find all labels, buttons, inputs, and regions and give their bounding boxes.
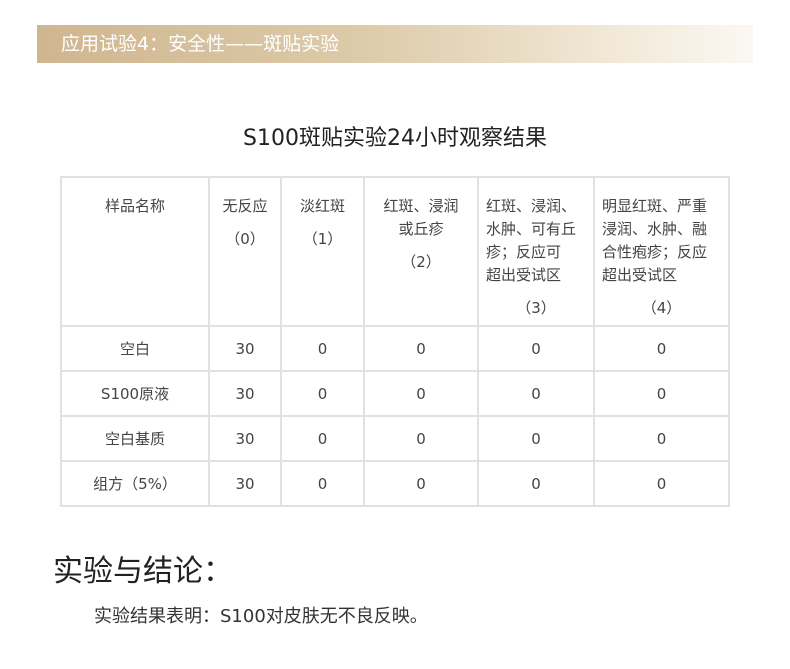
value-cell: 0 [477, 460, 595, 507]
row-name-cell: 空白基质 [60, 415, 210, 462]
header-line: 水肿、可有丘 [486, 220, 577, 238]
value-cell: 30 [208, 460, 282, 507]
value-cell: 30 [208, 415, 282, 462]
header-line: 超出受试区 [602, 266, 678, 284]
header-line: 明显红斑、严重 [602, 197, 708, 215]
value-cell: 30 [208, 370, 282, 417]
results-table: 样品名称 无反应 （0） 淡红斑 （1） 红斑、浸润 或丘疹 （2） 红斑、浸润… [60, 176, 730, 507]
value-cell: 0 [280, 415, 365, 462]
value-cell: 0 [280, 460, 365, 507]
table-row: 空白基质 30 0 0 0 0 [60, 415, 730, 462]
table-row: 组方（5%） 30 0 0 0 0 [60, 460, 730, 507]
value-cell: 0 [363, 415, 479, 462]
conclusion-heading: 实验与结论： [53, 554, 233, 589]
section-title: 应用试验4：安全性——斑贴实验 [61, 33, 340, 55]
header-sample-name: 样品名称 [60, 176, 210, 327]
value-cell: 0 [477, 415, 595, 462]
row-name-cell: S100原液 [60, 370, 210, 417]
value-cell: 0 [477, 325, 595, 372]
conclusion-text: 实验结果表明：S100对皮肤无不良反映。 [94, 606, 428, 627]
table-row: S100原液 30 0 0 0 0 [60, 370, 730, 417]
value-cell: 0 [363, 460, 479, 507]
header-line: 无反应 [222, 197, 268, 215]
header-line: 淡红斑 [299, 197, 345, 215]
value-cell: 0 [363, 370, 479, 417]
row-name-cell: 组方（5%） [60, 460, 210, 507]
section-banner: 应用试验4：安全性——斑贴实验 [37, 25, 753, 63]
header-line: 红斑、浸润、 [486, 197, 577, 215]
header-code: （1） [302, 230, 343, 248]
header-code: （4） [641, 299, 682, 317]
value-cell: 0 [593, 460, 730, 507]
header-no-reaction: 无反应 （0） [208, 176, 282, 327]
header-light-erythema: 淡红斑 （1） [280, 176, 365, 327]
value-cell: 0 [593, 415, 730, 462]
value-cell: 0 [280, 370, 365, 417]
header-line: 疹；反应可 [486, 243, 562, 261]
header-line: 超出受试区 [486, 266, 562, 284]
header-line: 红斑、浸润 [383, 197, 459, 215]
value-cell: 0 [477, 370, 595, 417]
table-header-row: 样品名称 无反应 （0） 淡红斑 （1） 红斑、浸润 或丘疹 （2） 红斑、浸润… [60, 176, 730, 327]
header-code: （3） [516, 299, 556, 317]
value-cell: 0 [593, 370, 730, 417]
value-cell: 30 [208, 325, 282, 372]
header-line: 浸润、水肿、融 [602, 220, 708, 238]
table-title: S100斑贴实验24小时观察结果 [243, 126, 547, 151]
header-line: 或丘疹 [398, 220, 444, 238]
header-erythema-infiltration: 红斑、浸润 或丘疹 （2） [363, 176, 479, 327]
header-edema: 红斑、浸润、 水肿、可有丘 疹；反应可 超出受试区 （3） [477, 176, 595, 327]
header-code: （2） [401, 253, 441, 271]
header-severe-erythema: 明显红斑、严重 浸润、水肿、融 合性疱疹；反应 超出受试区 （4） [593, 176, 730, 327]
value-cell: 0 [280, 325, 365, 372]
header-code: （0） [225, 230, 265, 248]
header-line: 样品名称 [104, 197, 165, 215]
header-line: 合性疱疹；反应 [602, 243, 708, 261]
value-cell: 0 [363, 325, 479, 372]
table-row: 空白 30 0 0 0 0 [60, 325, 730, 372]
value-cell: 0 [593, 325, 730, 372]
row-name-cell: 空白 [60, 325, 210, 372]
